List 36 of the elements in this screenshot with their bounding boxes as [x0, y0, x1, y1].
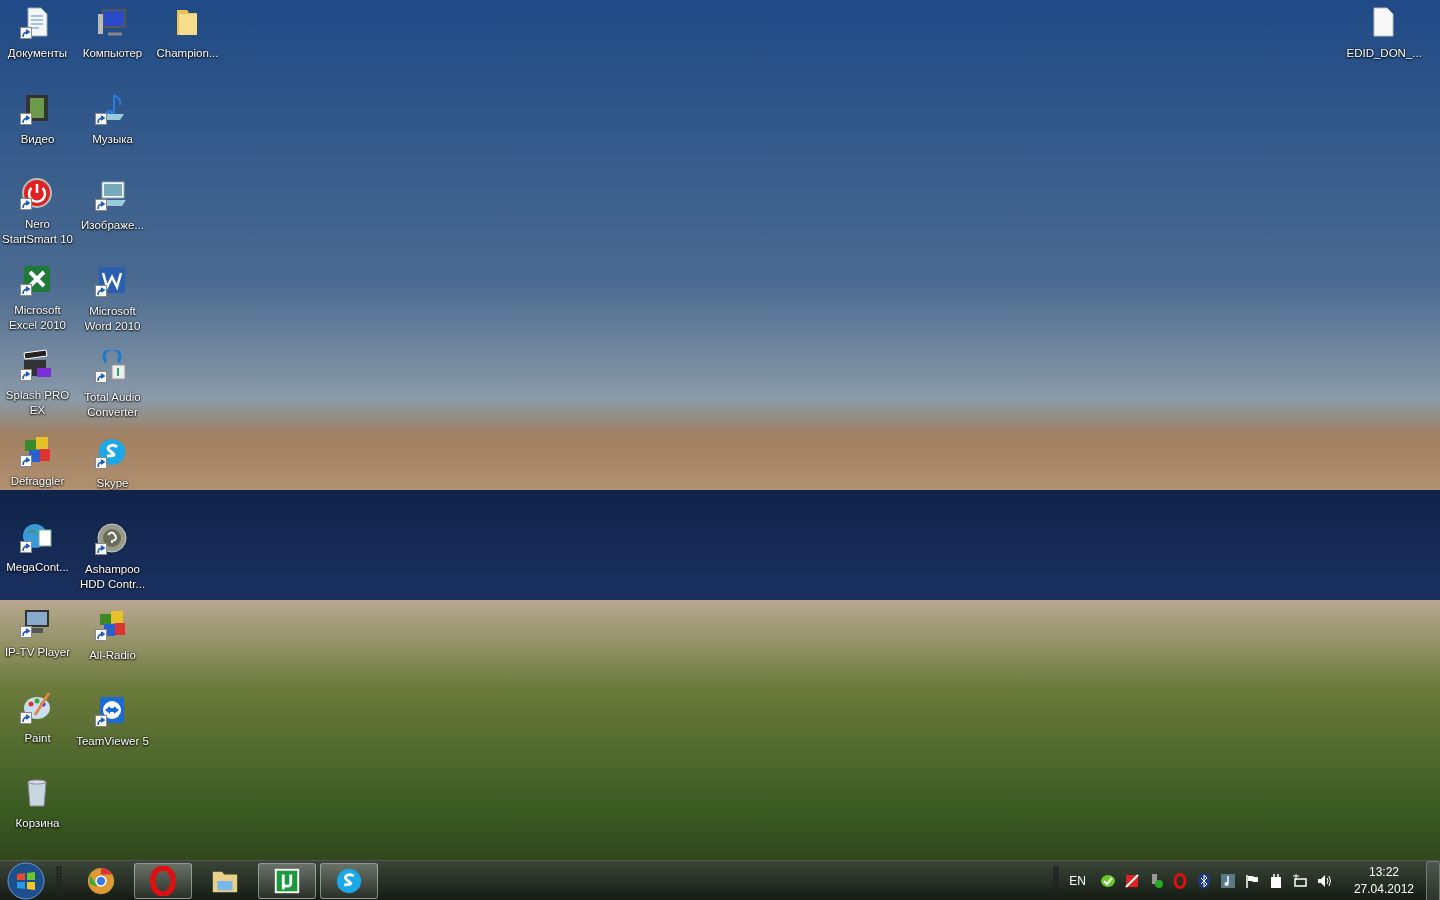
clock[interactable]: 13:22 27.04.2012: [1353, 863, 1414, 898]
desktop-shortcut[interactable]: Компьютер: [75, 4, 150, 90]
desktop-shortcut[interactable]: MegaCont...: [0, 517, 75, 604]
desktop-shortcut[interactable]: Корзина: [0, 774, 75, 860]
desktop-shortcut[interactable]: Музыка: [75, 90, 150, 176]
desktop-shortcut[interactable]: Ashampoo HDD Contr...: [75, 520, 150, 606]
music-note-icon[interactable]: [1219, 872, 1236, 889]
desktop-shortcut[interactable]: All-Radio: [75, 606, 150, 692]
show-desktop-button[interactable]: [1426, 860, 1440, 900]
bluetooth-icon[interactable]: [1195, 872, 1212, 889]
desktop-shortcut[interactable]: Nero StartSmart 10: [0, 175, 75, 261]
taskbar-button[interactable]: [258, 862, 316, 899]
desktop-shortcut[interactable]: TeamViewer 5: [75, 692, 150, 778]
desktop-shortcut[interactable]: Microsoft Word 2010: [75, 262, 150, 348]
flag-icon[interactable]: [1243, 872, 1260, 889]
letter-o-icon[interactable]: [1171, 872, 1188, 889]
desktop-shortcut[interactable]: Изображе...: [75, 176, 150, 262]
desktop-file[interactable]: EDID_DON_...: [1346, 4, 1421, 90]
desktop-shortcut[interactable]: Microsoft Excel 2010: [0, 260, 75, 347]
desktop-shortcut[interactable]: Документы: [0, 4, 75, 90]
tray-grip[interactable]: [1053, 865, 1060, 896]
network-icon[interactable]: [1291, 872, 1308, 889]
desktop-shortcut[interactable]: Champion...: [150, 4, 225, 90]
language-indicator[interactable]: EN: [1069, 873, 1086, 888]
taskbar-button[interactable]: [320, 862, 378, 899]
desktop-shortcut[interactable]: Видео: [0, 89, 75, 176]
desktop-shortcut[interactable]: Paint: [0, 688, 75, 775]
clock-time: 13:22: [1368, 863, 1399, 881]
check-icon[interactable]: [1099, 872, 1116, 889]
start-button[interactable]: [6, 860, 46, 900]
taskbar-grip[interactable]: [56, 865, 62, 896]
desktop-shortcut[interactable]: IP-TV Player: [0, 603, 75, 689]
computer-icon: [95, 6, 128, 38]
browser-icon: [86, 865, 116, 896]
letter-o-icon: [148, 865, 178, 896]
clock-date: 27.04.2012: [1353, 880, 1414, 898]
